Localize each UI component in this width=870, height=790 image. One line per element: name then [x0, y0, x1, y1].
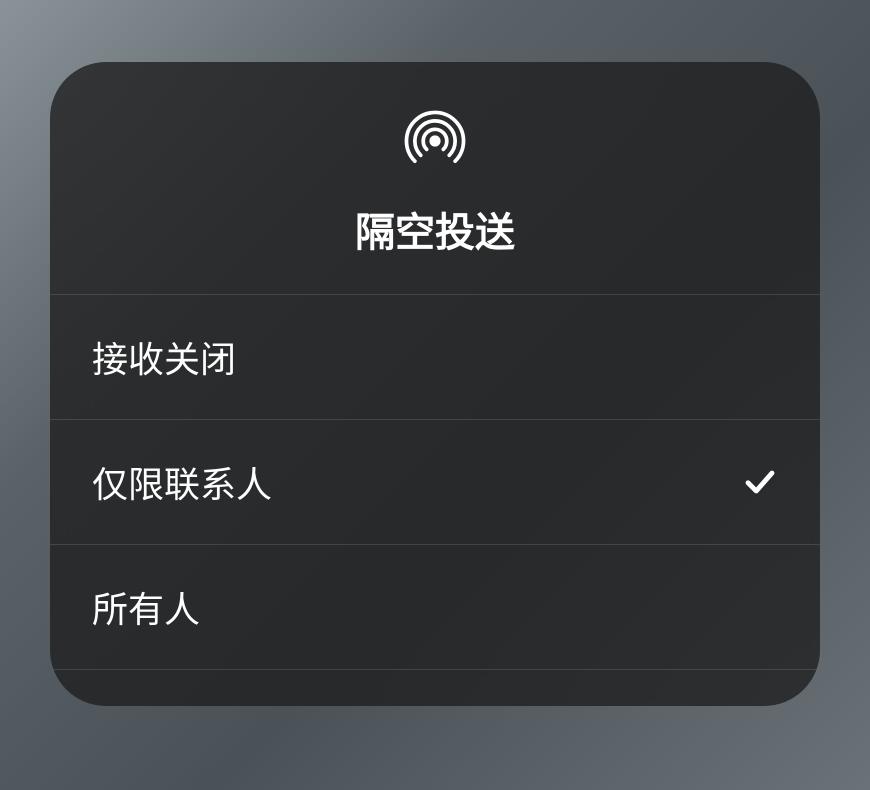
airdrop-panel: 隔空投送 接收关闭 仅限联系人 所有人 [50, 62, 820, 706]
option-label: 仅限联系人 [92, 456, 272, 508]
panel-header: 隔空投送 [50, 62, 820, 295]
option-everyone[interactable]: 所有人 [50, 545, 820, 670]
option-label: 所有人 [92, 581, 200, 633]
option-label: 接收关闭 [92, 331, 236, 383]
options-list: 接收关闭 仅限联系人 所有人 [50, 295, 820, 706]
airdrop-icon [404, 110, 466, 172]
panel-title: 隔空投送 [355, 200, 515, 258]
option-receiving-off[interactable]: 接收关闭 [50, 295, 820, 420]
bottom-spacer [50, 670, 820, 706]
option-contacts-only[interactable]: 仅限联系人 [50, 420, 820, 545]
check-icon [742, 464, 778, 500]
